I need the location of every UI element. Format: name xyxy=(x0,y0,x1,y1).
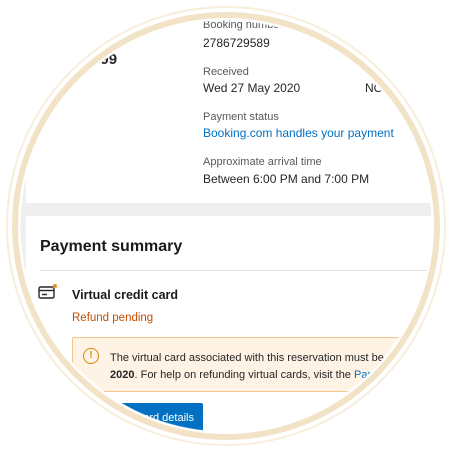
divider xyxy=(40,270,452,271)
payment-status-link[interactable]: Booking.com handles your payment xyxy=(203,126,394,140)
payment-status-label: Payment status xyxy=(203,111,279,123)
arrival-time-label: Approximate arrival time xyxy=(203,156,322,168)
commission-label: Commission: xyxy=(365,66,429,78)
refund-pending-status: Refund pending xyxy=(72,312,154,324)
info-circle-icon: ! xyxy=(83,348,99,364)
view-credit-card-details-button[interactable]: View credit card details xyxy=(72,403,203,432)
booking-number-value: 2786729589 xyxy=(203,36,270,50)
received-value: Wed 27 May 2020 xyxy=(203,81,301,95)
credit-card-icon xyxy=(38,284,57,299)
amount-value: NOK 1,199 xyxy=(428,300,452,317)
partner-hub-link[interactable]: Partner Hub xyxy=(354,369,413,381)
alert-line1: The virtual card associated with this re… xyxy=(110,352,449,364)
booking-number-label: Booking number: xyxy=(203,19,287,31)
page: Total price NOK 1,199 Booking number: 27… xyxy=(0,0,452,452)
alert-line2: . For help on refunding virtual cards, v… xyxy=(134,369,354,381)
refund-alert: ! The virtual card associated with this … xyxy=(72,337,452,392)
alert-date-start: A xyxy=(448,352,452,364)
alert-line2-end: . xyxy=(413,369,417,381)
amount-label: Amount xyxy=(437,285,452,297)
total-price-label: Total price xyxy=(28,36,79,48)
payment-summary-title: Payment summary xyxy=(40,238,183,255)
received-label: Received xyxy=(203,66,249,78)
commissionable-amount-value: NOK 1,199 xyxy=(365,36,425,50)
total-price-value: NOK 1,199 xyxy=(42,51,118,68)
refund-alert-text: The virtual card associated with this re… xyxy=(110,350,452,384)
commissionable-amount-label: Commissionable amount: xyxy=(365,19,452,31)
arrival-time-value: Between 6:00 PM and 7:00 PM xyxy=(203,172,370,186)
virtual-credit-card-title: Virtual credit card xyxy=(72,288,179,302)
commission-value: NOK 179.85 xyxy=(365,81,432,95)
alert-year: 2020 xyxy=(110,369,135,381)
